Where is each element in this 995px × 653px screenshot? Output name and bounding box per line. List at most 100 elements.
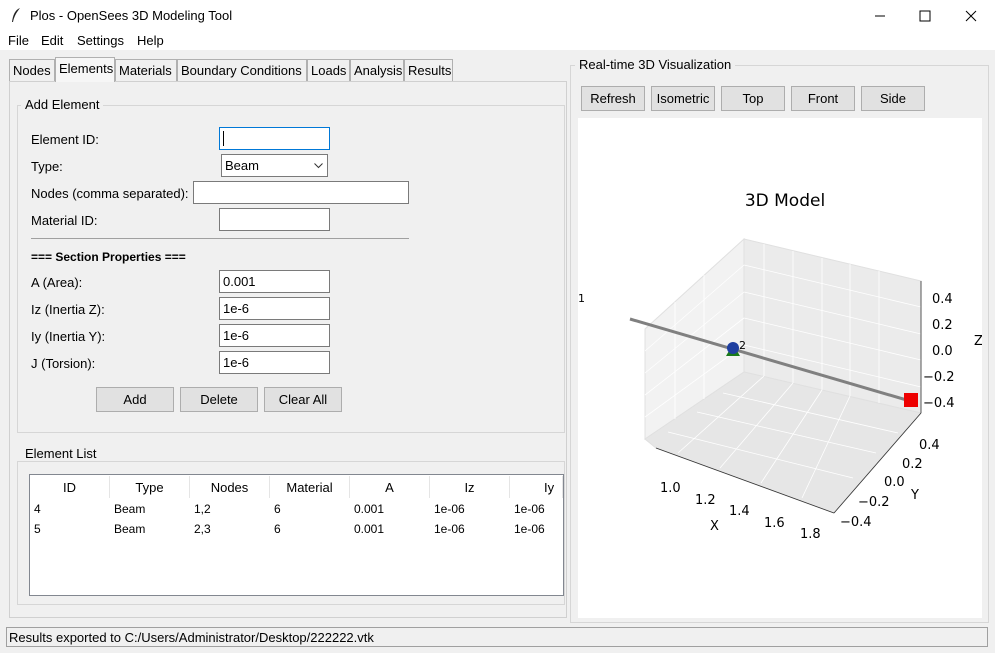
column-header-iy[interactable]: Iy (510, 476, 563, 498)
column-header-iz[interactable]: Iz (430, 476, 510, 498)
j-input[interactable]: 1e-6 (219, 351, 330, 374)
svg-text:−0.4: −0.4 (840, 515, 872, 530)
area-label: A (Area): (31, 275, 83, 290)
column-header-material[interactable]: Material (270, 476, 350, 498)
x-axis-label: X (710, 519, 719, 534)
iy-label: Iy (Inertia Y): (31, 329, 106, 344)
svg-text:0.2: 0.2 (902, 457, 923, 472)
element-id-label: Element ID: (31, 132, 99, 147)
add-button[interactable]: Add (96, 387, 174, 412)
top-view-button[interactable]: Top (721, 86, 785, 111)
column-header-id[interactable]: ID (30, 476, 110, 498)
table-cell: 6 (274, 522, 281, 536)
table-cell: 5 (34, 522, 41, 536)
svg-text:0.2: 0.2 (932, 318, 953, 333)
load-marker (904, 393, 918, 407)
plot-title: 3D Model (745, 191, 825, 211)
close-button[interactable] (948, 0, 994, 31)
close-icon (965, 10, 977, 21)
tab-results[interactable]: Results (404, 59, 453, 81)
nodes-input[interactable] (193, 181, 409, 204)
minimize-icon (875, 15, 885, 16)
column-header-a[interactable]: A (350, 476, 430, 498)
material-id-label: Material ID: (31, 213, 98, 228)
area-input[interactable]: 0.001 (219, 270, 330, 293)
table-cell: 1e-06 (434, 502, 465, 516)
y-axis-label: Y (910, 488, 919, 503)
menu-help[interactable]: Help (137, 33, 164, 48)
section-divider (31, 238, 409, 239)
iy-input[interactable]: 1e-6 (219, 324, 330, 347)
table-cell: 2,3 (194, 522, 211, 536)
type-select[interactable]: Beam (221, 154, 328, 177)
table-cell: 0.001 (354, 502, 385, 516)
svg-text:−0.2: −0.2 (923, 370, 955, 385)
iz-input[interactable]: 1e-6 (219, 297, 330, 320)
table-cell: 0.001 (354, 522, 385, 536)
menu-bar: File Edit Settings Help (0, 31, 995, 50)
j-label: J (Torsion): (31, 356, 96, 371)
iz-label: Iz (Inertia Z): (31, 302, 105, 317)
isometric-button[interactable]: Isometric (651, 86, 715, 111)
z-axis-label: Z (974, 334, 982, 349)
3d-plot[interactable]: 1 2 3D Model 0.4 0.2 0.0 −0.2 −0.4 Z 0.4… (578, 118, 983, 618)
svg-text:1.6: 1.6 (764, 516, 785, 531)
table-cell: 1e-06 (514, 522, 545, 536)
3d-plot-canvas[interactable]: 1 2 3D Model 0.4 0.2 0.0 −0.2 −0.4 Z 0.4… (578, 118, 983, 618)
table-row[interactable]: 5 Beam 2,3 6 0.001 1e-06 1e-06 (30, 520, 563, 540)
column-header-type[interactable]: Type (110, 476, 190, 498)
window-title: Plos - OpenSees 3D Modeling Tool (30, 8, 233, 23)
svg-text:0.4: 0.4 (932, 292, 953, 307)
type-label: Type: (31, 159, 63, 174)
tab-materials[interactable]: Materials (115, 59, 177, 81)
tab-elements[interactable]: Elements (55, 57, 115, 82)
svg-text:−0.4: −0.4 (923, 396, 955, 411)
side-view-button[interactable]: Side (861, 86, 925, 111)
front-view-button[interactable]: Front (791, 86, 855, 111)
tab-nodes[interactable]: Nodes (9, 59, 55, 81)
visualization-label: Real-time 3D Visualization (575, 57, 736, 72)
minimize-button[interactable] (857, 0, 903, 31)
chevron-down-icon (314, 163, 323, 169)
svg-text:0.0: 0.0 (884, 475, 905, 490)
nodes-label: Nodes (comma separated): (31, 186, 189, 201)
element-id-input[interactable] (219, 127, 330, 150)
text-cursor (223, 131, 224, 146)
table-cell: 6 (274, 502, 281, 516)
maximize-button[interactable] (902, 0, 948, 31)
element-list-label: Element List (21, 446, 101, 461)
table-cell: 1e-06 (434, 522, 465, 536)
menu-edit[interactable]: Edit (41, 33, 63, 48)
tab-loads[interactable]: Loads (307, 59, 350, 81)
delete-button[interactable]: Delete (180, 387, 258, 412)
svg-text:0.0: 0.0 (932, 344, 953, 359)
type-select-value: Beam (225, 158, 259, 173)
title-bar: Plos - OpenSees 3D Modeling Tool (0, 0, 995, 31)
feather-icon (12, 8, 20, 22)
table-cell: 4 (34, 502, 41, 516)
clear-all-button[interactable]: Clear All (264, 387, 342, 412)
table-row[interactable]: 4 Beam 1,2 6 0.001 1e-06 1e-06 (30, 500, 563, 520)
node-label-1: 1 (578, 292, 585, 305)
menu-settings[interactable]: Settings (77, 33, 124, 48)
table-cell: 1,2 (194, 502, 211, 516)
svg-text:1.0: 1.0 (660, 481, 681, 496)
svg-text:1.2: 1.2 (695, 493, 716, 508)
refresh-button[interactable]: Refresh (581, 86, 645, 111)
table-cell: Beam (114, 522, 146, 536)
table-cell: 1e-06 (514, 502, 545, 516)
svg-text:0.4: 0.4 (919, 438, 940, 453)
tab-boundary-conditions[interactable]: Boundary Conditions (177, 59, 307, 81)
node-marker (727, 342, 739, 354)
column-header-nodes[interactable]: Nodes (190, 476, 270, 498)
section-properties-header: === Section Properties === (31, 250, 186, 264)
menu-file[interactable]: File (8, 33, 29, 48)
status-bar: Results exported to C:/Users/Administrat… (6, 627, 988, 647)
node-label-2: 2 (739, 339, 746, 352)
tab-analysis[interactable]: Analysis (350, 59, 404, 81)
svg-text:1.4: 1.4 (729, 504, 750, 519)
material-id-input[interactable] (219, 208, 330, 231)
table-cell: Beam (114, 502, 146, 516)
svg-text:−0.2: −0.2 (858, 495, 890, 510)
add-element-label: Add Element (21, 97, 104, 112)
